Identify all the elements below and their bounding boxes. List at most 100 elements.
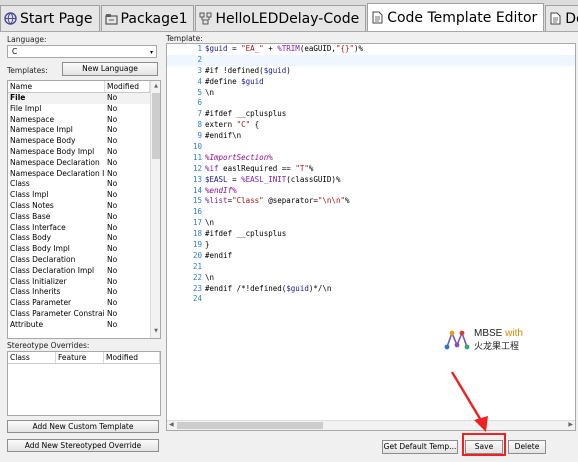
template-row[interactable]: Class Initializer No [8, 277, 160, 288]
document-icon [549, 12, 562, 25]
tab-package1[interactable]: Package1 [100, 5, 195, 31]
template-row[interactable]: Namespace Impl No [8, 125, 160, 136]
new-language-button[interactable]: New Language [62, 62, 158, 76]
line-text: extern "C" { [205, 120, 260, 130]
code-line[interactable]: 22 \n [167, 273, 575, 284]
line-number: 6 [197, 98, 202, 108]
code-line[interactable]: 15 %list="Class" @separator="\n\n"% [167, 196, 575, 207]
template-row[interactable]: Class Notes No [8, 201, 160, 212]
templates-scrollbar[interactable]: ▲ ▼ [150, 81, 160, 338]
tab-code-template-editor[interactable]: Code Template Editor [367, 3, 545, 31]
column-header-modified[interactable]: Modified [105, 81, 150, 92]
column-header-modified[interactable]: Modified [104, 352, 160, 363]
code-line[interactable]: 4 #define $guid [167, 77, 575, 88]
template-modified: No [107, 211, 118, 221]
column-header-name[interactable]: Name [8, 81, 105, 92]
code-line[interactable]: 18 #ifdef __cplusplus [167, 229, 575, 240]
line-number: 11 [192, 152, 202, 162]
template-code-editor[interactable]: 1 $guid = "EA_" + %TRIM(eaGUID,"{}")% 2 3 #i… [166, 43, 576, 431]
line-text: } [205, 240, 210, 250]
template-row[interactable]: Class Body Impl No [8, 244, 160, 255]
template-name: Class Impl [10, 190, 49, 200]
code-line[interactable]: 19} [167, 240, 575, 251]
template-row[interactable]: Class Inherits No [8, 287, 160, 298]
add-custom-template-button[interactable]: Add New Custom Template [7, 420, 159, 433]
template-modified: No [107, 157, 118, 167]
line-number: 14 [192, 185, 202, 195]
line-text: %if easlRequired == "T"% [205, 163, 314, 173]
scroll-down-icon[interactable]: ▼ [152, 328, 160, 336]
code-line[interactable]: 6 [167, 98, 575, 109]
delete-button[interactable]: Delete [508, 440, 546, 454]
template-row[interactable]: Namespace Body No [8, 136, 160, 147]
template-modified: No [107, 254, 118, 264]
template-row[interactable]: Class Impl No [8, 190, 160, 201]
stereotype-list-header: Class Feature Modified [8, 352, 160, 364]
stereotype-overrides-list[interactable]: Class Feature Modified [7, 351, 161, 416]
code-line[interactable]: 7 #ifdef __cplusplus [167, 109, 575, 120]
stereotype-overrides-label: Stereotype Overrides: [7, 341, 90, 350]
template-row[interactable]: Class Interface No [8, 223, 160, 234]
chevron-down-icon: ▾ [149, 49, 153, 56]
code-line[interactable]: 1 $guid = "EA_" + %TRIM(eaGUID,"{}")% [167, 44, 575, 55]
column-header-class[interactable]: Class [8, 352, 56, 363]
code-line[interactable]: 23 #endif /*!defined($guid)*/\n [167, 283, 575, 295]
templates-list[interactable]: Name Modified File No File Impl No Namespace… [7, 80, 161, 339]
tab-helloleddelay-code[interactable]: HelloLEDDelay-Code [195, 5, 367, 31]
template-row[interactable]: Attribute No [8, 320, 160, 331]
code-line[interactable]: 12 %if easlRequired == "T"% [167, 163, 575, 175]
template-modified: No [107, 200, 118, 210]
code-line[interactable]: 10 [167, 142, 575, 153]
code-line[interactable]: 14 %endIf% [167, 185, 575, 197]
template-row[interactable]: Class Declaration No [8, 255, 160, 266]
template-modified: No [107, 233, 118, 243]
template-row[interactable]: Class No [8, 179, 160, 190]
code-line[interactable]: 2 [167, 54, 575, 66]
tab-start-page[interactable]: Start Page [0, 5, 100, 31]
line-text: #endif /*!defined($guid)*/\n [205, 283, 332, 293]
line-text: %ImportSection% [205, 152, 273, 162]
code-line[interactable]: 9 #endif\n [167, 131, 575, 142]
template-row[interactable]: Namespace Declaration ImplNo [8, 169, 160, 180]
tab-label: HelloLEDDelay-Code [215, 10, 360, 27]
document-tab-bar: Start Page Package1 HelloLEDDelay-Code C… [0, 0, 578, 32]
code-line[interactable]: 21 [167, 262, 575, 273]
line-number: 9 [197, 131, 202, 141]
add-stereotyped-override-button[interactable]: Add New Stereotyped Override [7, 439, 159, 452]
tab-label: Code Template Editor [387, 9, 538, 26]
template-row[interactable]: Class Parameter Constraint No [8, 309, 160, 320]
scroll-thumb[interactable] [177, 422, 323, 429]
template-row[interactable]: Namespace Body Impl No [8, 147, 160, 158]
scroll-thumb[interactable] [152, 93, 160, 159]
template-row[interactable]: File Impl No [8, 104, 160, 115]
code-line[interactable]: 16 [167, 207, 575, 218]
scroll-up-icon[interactable]: ▲ [152, 83, 160, 91]
template-modified: No [107, 146, 118, 156]
code-line[interactable]: 17 \n [167, 218, 575, 229]
scroll-left-icon[interactable]: ◀ [169, 421, 174, 428]
line-number: 13 [192, 174, 202, 184]
code-line[interactable]: 24 [167, 294, 575, 305]
code-line[interactable]: 13 $EASL = %EASL_INIT(classGUID)% [167, 174, 575, 186]
template-row[interactable]: Class Base No [8, 212, 160, 223]
line-text: %list="Class" @separator="\n\n"% [205, 196, 350, 206]
template-name: Namespace Impl [10, 125, 73, 135]
template-row[interactable]: Class Body No [8, 233, 160, 244]
get-default-template-button[interactable]: Get Default Temp... [382, 440, 458, 454]
code-line[interactable]: 11 %ImportSection% [167, 152, 575, 164]
template-row[interactable]: Namespace Declaration No [8, 158, 160, 169]
code-line[interactable]: 5 \n [167, 88, 575, 99]
code-line[interactable]: 3 #if !defined($guid) [167, 66, 575, 77]
template-row[interactable]: Class Declaration Impl No [8, 266, 160, 277]
code-line[interactable]: 8 extern "C" { [167, 120, 575, 131]
editor-horizontal-scrollbar[interactable]: ◀ ▶ [167, 420, 575, 430]
tab-delay-loc[interactable]: Delay_loc [545, 5, 578, 31]
template-row[interactable]: Class Parameter No [8, 298, 160, 309]
scroll-right-icon[interactable]: ▶ [568, 421, 573, 428]
code-line[interactable]: 20 #endif [167, 251, 575, 262]
language-select[interactable]: C ▾ [7, 45, 157, 58]
template-row[interactable]: File No [8, 93, 160, 104]
column-header-feature[interactable]: Feature [56, 352, 104, 363]
template-row[interactable]: Namespace No [8, 115, 160, 126]
template-modified: No [107, 298, 118, 308]
